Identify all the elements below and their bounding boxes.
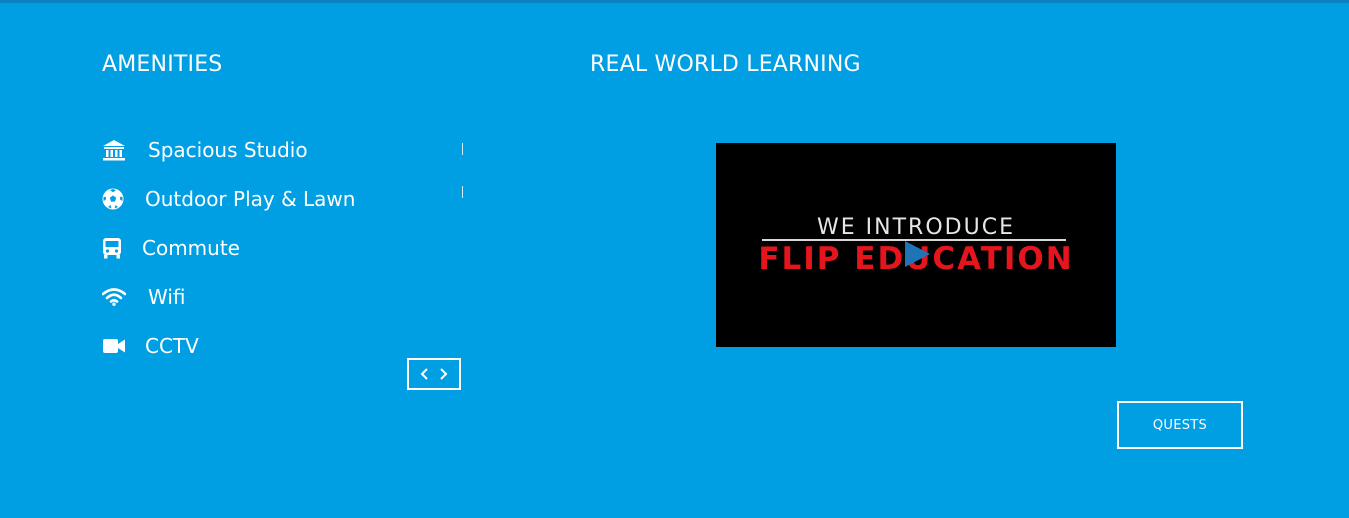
amenity-label: Wifi [148,285,186,309]
amenity-label: Commute [142,236,240,260]
video-camera-icon [102,334,126,358]
carousel-nav[interactable] [407,358,461,390]
amenity-label: CCTV [145,334,199,358]
bus-icon [102,236,126,260]
chevron-left-icon[interactable] [418,364,432,384]
bank-icon [102,138,126,162]
real-world-learning-title: REAL WORLD LEARNING [590,52,861,77]
soccer-ball-icon [102,187,126,211]
video-player[interactable]: WE INTRODUCE FLIP EDUCATION [716,143,1116,347]
chevron-right-icon[interactable] [436,364,450,384]
amenity-item-outdoor-play: Outdoor Play & Lawn [102,179,355,219]
amenity-item-spacious-studio: Spacious Studio [102,130,308,170]
divider-mark [462,143,463,155]
play-icon[interactable] [902,239,932,269]
amenity-item-cctv: CCTV [102,326,199,366]
top-border [0,0,1349,3]
amenities-title: AMENITIES [102,52,223,77]
divider-mark [462,186,463,198]
amenity-label: Spacious Studio [148,138,308,162]
amenity-item-commute: Commute [102,228,240,268]
amenity-item-wifi: Wifi [102,277,186,317]
amenity-label: Outdoor Play & Lawn [145,187,356,211]
wifi-icon [102,285,126,309]
quests-button[interactable]: QUESTS [1117,401,1243,449]
video-title-line1: WE INTRODUCE [817,215,1015,240]
